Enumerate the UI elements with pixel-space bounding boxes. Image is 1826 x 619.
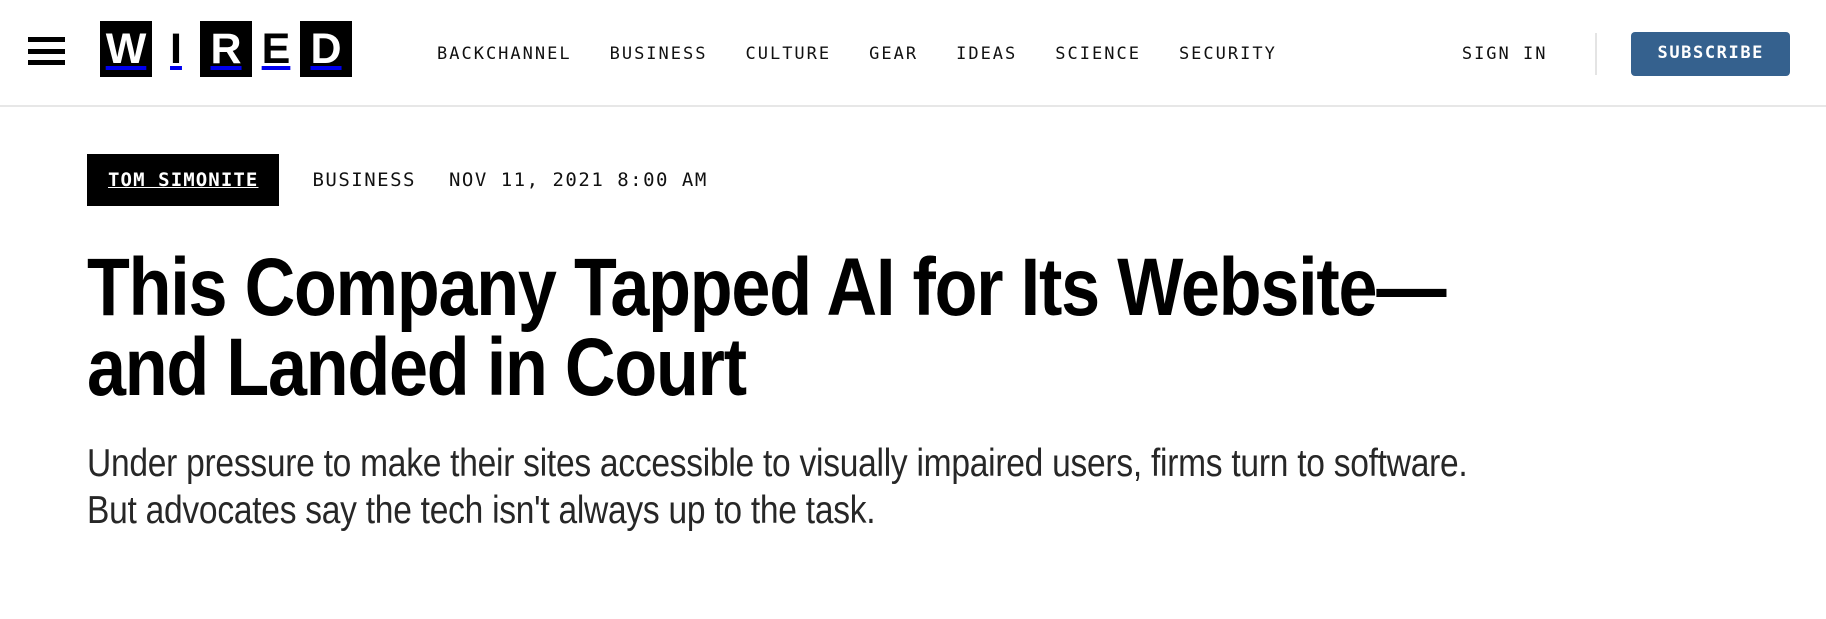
header-account-actions: SIGN IN SUBSCRIBE — [1458, 0, 1790, 107]
wired-logo[interactable]: W I R E D — [100, 21, 352, 77]
article-header: TOM SIMONITE BUSINESS NOV 11, 2021 8:00 … — [0, 154, 1826, 535]
article-timestamp: NOV 11, 2021 8:00 AM — [448, 169, 708, 191]
logo-letter-w: W — [100, 21, 152, 77]
hamburger-menu-icon[interactable] — [28, 37, 65, 65]
author-name-tag[interactable]: TOM SIMONITE — [87, 154, 280, 206]
article-category-link[interactable]: BUSINESS — [312, 169, 416, 191]
byline-meta: BUSINESS NOV 11, 2021 8:00 AM — [312, 169, 707, 191]
nav-link-ideas[interactable]: IDEAS — [937, 38, 1036, 70]
nav-link-culture[interactable]: CULTURE — [726, 38, 850, 70]
nav-link-science[interactable]: SCIENCE — [1036, 38, 1160, 70]
sign-in-link[interactable]: SIGN IN — [1458, 38, 1552, 70]
logo-letter-d: D — [300, 21, 352, 77]
primary-navigation: BACKCHANNEL BUSINESS CULTURE GEAR IDEAS … — [418, 0, 1296, 107]
nav-link-gear[interactable]: GEAR — [850, 38, 937, 70]
byline: TOM SIMONITE BUSINESS NOV 11, 2021 8:00 … — [87, 154, 1766, 206]
subscribe-button[interactable]: SUBSCRIBE — [1631, 31, 1790, 76]
hamburger-bar-3 — [28, 60, 65, 65]
nav-link-security[interactable]: SECURITY — [1160, 38, 1296, 70]
header-divider — [1595, 32, 1598, 75]
logo-letter-e: E — [252, 21, 300, 77]
logo-letter-i: I — [152, 21, 200, 77]
hamburger-bar-2 — [28, 48, 65, 54]
logo-letter-r: R — [200, 21, 252, 77]
nav-link-business[interactable]: BUSINESS — [591, 38, 727, 70]
nav-link-backchannel[interactable]: BACKCHANNEL — [418, 38, 591, 70]
hamburger-bar-1 — [28, 37, 65, 42]
article-headline: This Company Tapped AI for Its Website—a… — [87, 242, 1446, 414]
article-deck: Under pressure to make their sites acces… — [87, 441, 1468, 533]
site-header: W I R E D BACKCHANNEL BUSINESS CULTURE G… — [0, 0, 1826, 107]
